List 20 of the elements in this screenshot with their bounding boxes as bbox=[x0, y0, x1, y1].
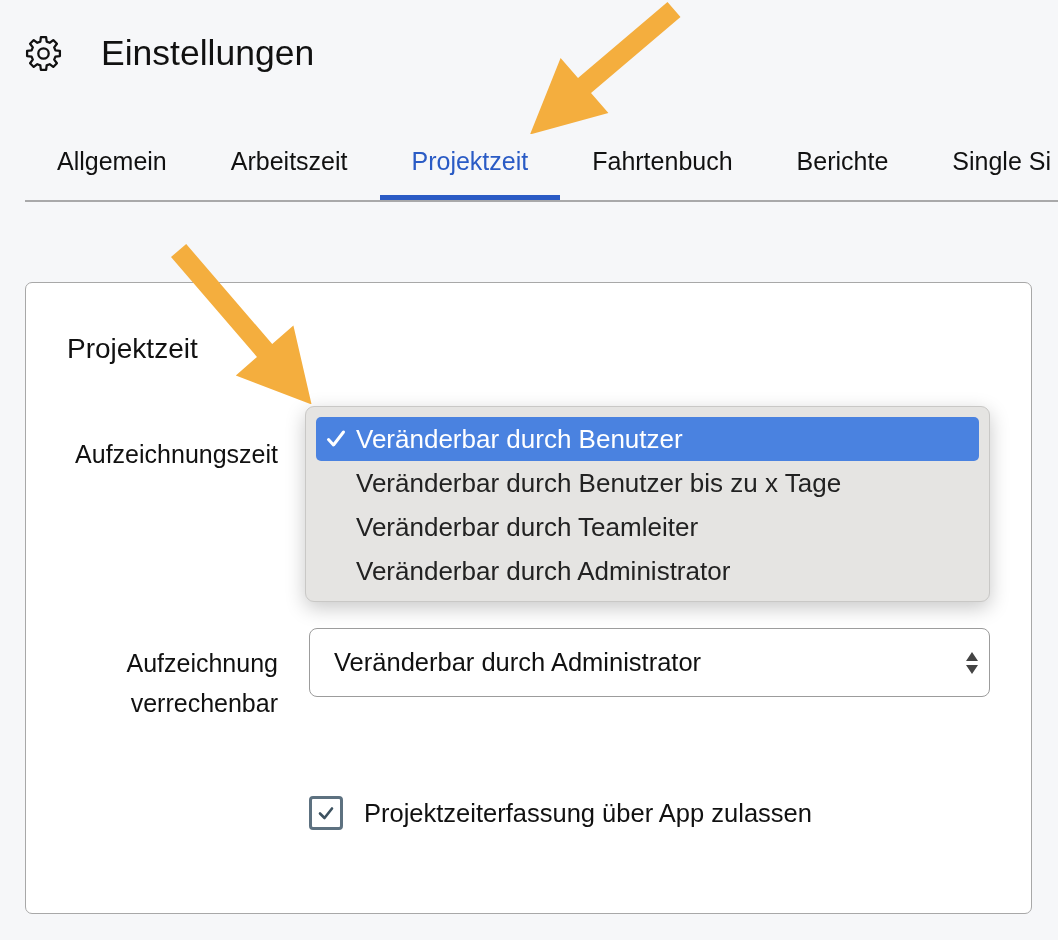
dropdown-option[interactable]: Veränderbar durch Benutzer bbox=[316, 417, 979, 461]
tab[interactable]: Single Si bbox=[920, 145, 1058, 200]
tab[interactable]: Allgemein bbox=[25, 145, 199, 200]
card-title: Projektzeit bbox=[67, 333, 198, 365]
tab[interactable]: Arbeitszeit bbox=[198, 145, 380, 200]
check-icon bbox=[326, 429, 346, 449]
select-field[interactable]: Veränderbar durch Administrator bbox=[309, 628, 990, 697]
tab[interactable]: Fahrtenbuch bbox=[560, 145, 765, 200]
checkbox[interactable] bbox=[309, 796, 343, 830]
up-down-arrows-icon bbox=[965, 650, 979, 675]
tab[interactable]: Projektzeit bbox=[379, 145, 561, 200]
dropdown-option[interactable]: Veränderbar durch Benutzer bis zu x Tage bbox=[316, 461, 979, 505]
checkbox-label: Projektzeiterfassung über App zulassen bbox=[364, 798, 812, 829]
dropdown-option[interactable]: Veränderbar durch Administrator bbox=[316, 549, 979, 593]
dropdown-option[interactable]: Veränderbar durch Teamleiter bbox=[316, 505, 979, 549]
page-title: Einstellungen bbox=[101, 33, 315, 73]
field-label: Aufzeichnungszeit bbox=[75, 438, 278, 470]
tab[interactable]: Berichte bbox=[764, 145, 921, 200]
settings-icon bbox=[25, 34, 62, 72]
field-label: Aufzeichnung verrechenbar bbox=[125, 647, 278, 719]
